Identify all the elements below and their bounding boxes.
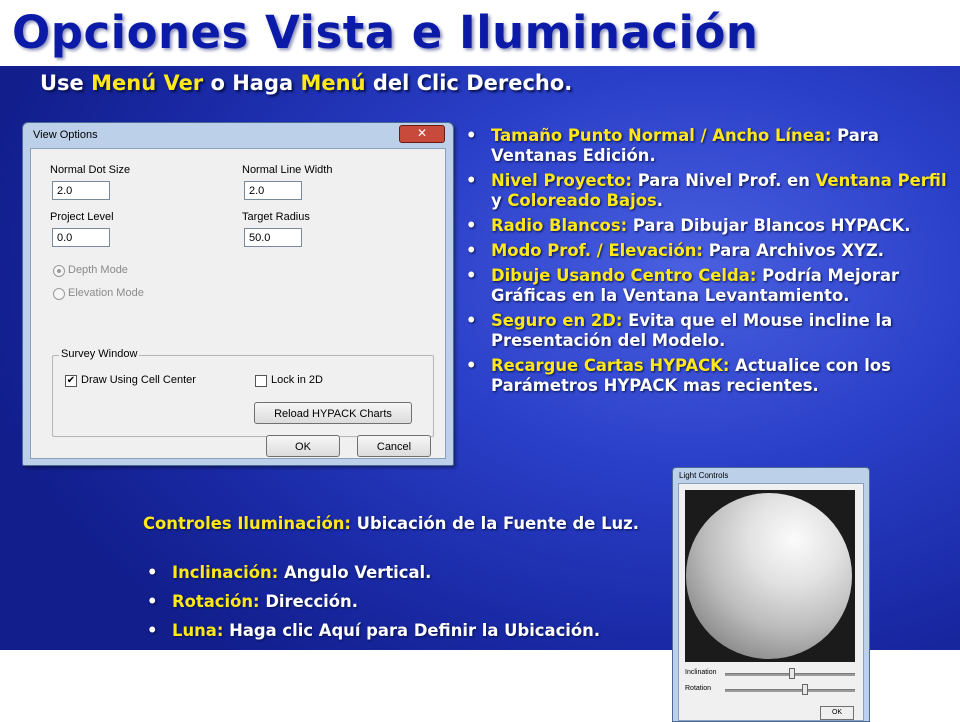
moon-sphere-icon[interactable] xyxy=(686,493,852,659)
elevation-mode-radio[interactable] xyxy=(53,288,65,300)
bullet-icon: • xyxy=(466,356,477,375)
intro-highlight: Controles Iluminación: xyxy=(143,514,351,533)
list-item: • Rotación: Dirección. xyxy=(143,592,668,612)
normal-dot-size-input[interactable]: 2.0 xyxy=(52,181,110,200)
reload-hypack-charts-button[interactable]: Reload HYPACK Charts xyxy=(254,402,412,424)
bullet-icon: • xyxy=(466,241,477,260)
project-level-input[interactable]: 0.0 xyxy=(52,228,110,247)
bullet-highlight: Tamaño Punto Normal / Ancho Línea: xyxy=(491,126,832,145)
bullet-highlight: Ventana Perfil xyxy=(815,171,947,190)
bullet-highlight: Modo Prof. / Elevación: xyxy=(491,241,703,260)
list-item: • Nivel Proyecto: Para Nivel Prof. en Ven… xyxy=(462,171,956,211)
bullet-text: Dirección. xyxy=(259,592,358,611)
elevation-mode-label: Elevation Mode xyxy=(68,287,144,299)
list-item: • Luna: Haga clic Aquí para Definir la Ub… xyxy=(143,621,668,641)
subtitle-text-1: Use xyxy=(40,71,92,95)
bullet-highlight: Radio Blancos: xyxy=(491,216,628,235)
bullet-highlight: Recargue Cartas HYPACK: xyxy=(491,356,730,375)
list-item: • Tamaño Punto Normal / Ancho Línea: Para… xyxy=(462,126,956,166)
bullet-text: y xyxy=(491,191,508,210)
subtitle-highlight-menu-ver: Menú Ver xyxy=(91,71,204,95)
bullet-icon: • xyxy=(147,592,158,611)
draw-cell-center-label: Draw Using Cell Center xyxy=(81,374,196,386)
bullet-highlight: Inclinación: xyxy=(172,563,279,582)
bullet-icon: • xyxy=(466,311,477,330)
close-button[interactable]: ✕ xyxy=(399,125,445,143)
view-options-dialog: View Options ✕ Normal Dot Size 2.0 Norma… xyxy=(22,122,454,466)
slide-title: Opciones Vista e Iluminación xyxy=(12,6,759,59)
lock-2d-label: Lock in 2D xyxy=(271,374,323,386)
light-controls-window: Light Controls Inclination Rotation OK xyxy=(672,467,870,722)
bullet-highlight: Coloreado Bajos xyxy=(507,191,657,210)
bullet-icon: • xyxy=(147,563,158,582)
bullet-icon: • xyxy=(466,266,477,285)
rotation-label: Rotation xyxy=(685,685,712,692)
bullet-text: . xyxy=(656,191,663,210)
target-radius-label: Target Radius xyxy=(242,211,310,223)
bullet-text: Para Dibujar Blancos HYPACK. xyxy=(627,216,911,235)
normal-dot-size-label: Normal Dot Size xyxy=(50,164,131,176)
bullet-highlight: Seguro en 2D: xyxy=(491,311,623,330)
bullet-highlight: Nivel Proyecto: xyxy=(491,171,632,190)
light-ok-button[interactable]: OK xyxy=(820,706,854,720)
bullet-text: Haga clic Aquí para Definir la Ubicación… xyxy=(223,621,601,640)
normal-line-width-label: Normal Line Width xyxy=(242,164,333,176)
bullet-highlight: Luna: xyxy=(172,621,224,640)
light-controls-bullet-list: • Inclinación: Angulo Vertical. • Rotación… xyxy=(143,563,668,650)
subtitle-text-3: del Clic Derecho. xyxy=(365,71,573,95)
light-controls-body: Inclination Rotation OK xyxy=(678,483,864,721)
rotation-slider-track[interactable] xyxy=(725,689,855,692)
depth-mode-label: Depth Mode xyxy=(68,264,128,276)
dialog-body: Normal Dot Size 2.0 Normal Line Width 2.… xyxy=(30,148,446,459)
cancel-button[interactable]: Cancel xyxy=(357,435,431,457)
list-item: • Seguro en 2D: Evita que el Mouse inclin… xyxy=(462,311,956,351)
target-radius-input[interactable]: 50.0 xyxy=(244,228,302,247)
bullet-icon: • xyxy=(466,216,477,235)
sphere-preview[interactable] xyxy=(685,490,855,662)
intro-text: Ubicación de la Fuente de Luz. xyxy=(350,514,639,533)
list-item: • Modo Prof. / Elevación: Para Archivos X… xyxy=(462,241,956,261)
bullet-icon: • xyxy=(466,171,477,190)
project-level-label: Project Level xyxy=(50,211,114,223)
depth-mode-radio[interactable] xyxy=(53,265,65,277)
bullet-text: Para Archivos XYZ. xyxy=(702,241,884,260)
normal-line-width-input[interactable]: 2.0 xyxy=(244,181,302,200)
bullet-highlight: Dibuje Usando Centro Celda: xyxy=(491,266,757,285)
ok-button[interactable]: OK xyxy=(266,435,340,457)
bullet-highlight: Rotación: xyxy=(172,592,260,611)
light-controls-title: Light Controls xyxy=(679,471,729,480)
inclination-label: Inclination xyxy=(685,669,717,676)
list-item: • Radio Blancos: Para Dibujar Blancos HYP… xyxy=(462,216,956,236)
slide-subtitle: Use Menú Ver o Haga Menú del Clic Derech… xyxy=(40,71,572,95)
list-item: • Dibuje Usando Centro Celda: Podría Mejo… xyxy=(462,266,956,306)
view-options-bullet-list: • Tamaño Punto Normal / Ancho Línea: Para… xyxy=(462,126,956,401)
rotation-slider-handle[interactable] xyxy=(802,684,808,695)
survey-window-title: Survey Window xyxy=(59,348,140,360)
dialog-title: View Options xyxy=(33,129,98,141)
inclination-slider-handle[interactable] xyxy=(789,668,795,679)
bullet-icon: • xyxy=(147,621,158,640)
list-item: • Recargue Cartas HYPACK: Actualice con l… xyxy=(462,356,956,396)
lock-2d-checkbox[interactable] xyxy=(255,375,267,387)
bullet-icon: • xyxy=(466,126,477,145)
subtitle-highlight-menu: Menú xyxy=(300,71,366,95)
bullet-text: Angulo Vertical. xyxy=(278,563,432,582)
list-item: • Inclinación: Angulo Vertical. xyxy=(143,563,668,583)
draw-cell-center-checkbox[interactable]: ✔ xyxy=(65,375,77,387)
light-controls-intro: Controles Iluminación: Ubicación de la F… xyxy=(143,514,668,534)
bullet-text: Para Nivel Prof. en xyxy=(632,171,816,190)
subtitle-text-2: o Haga xyxy=(203,71,301,95)
